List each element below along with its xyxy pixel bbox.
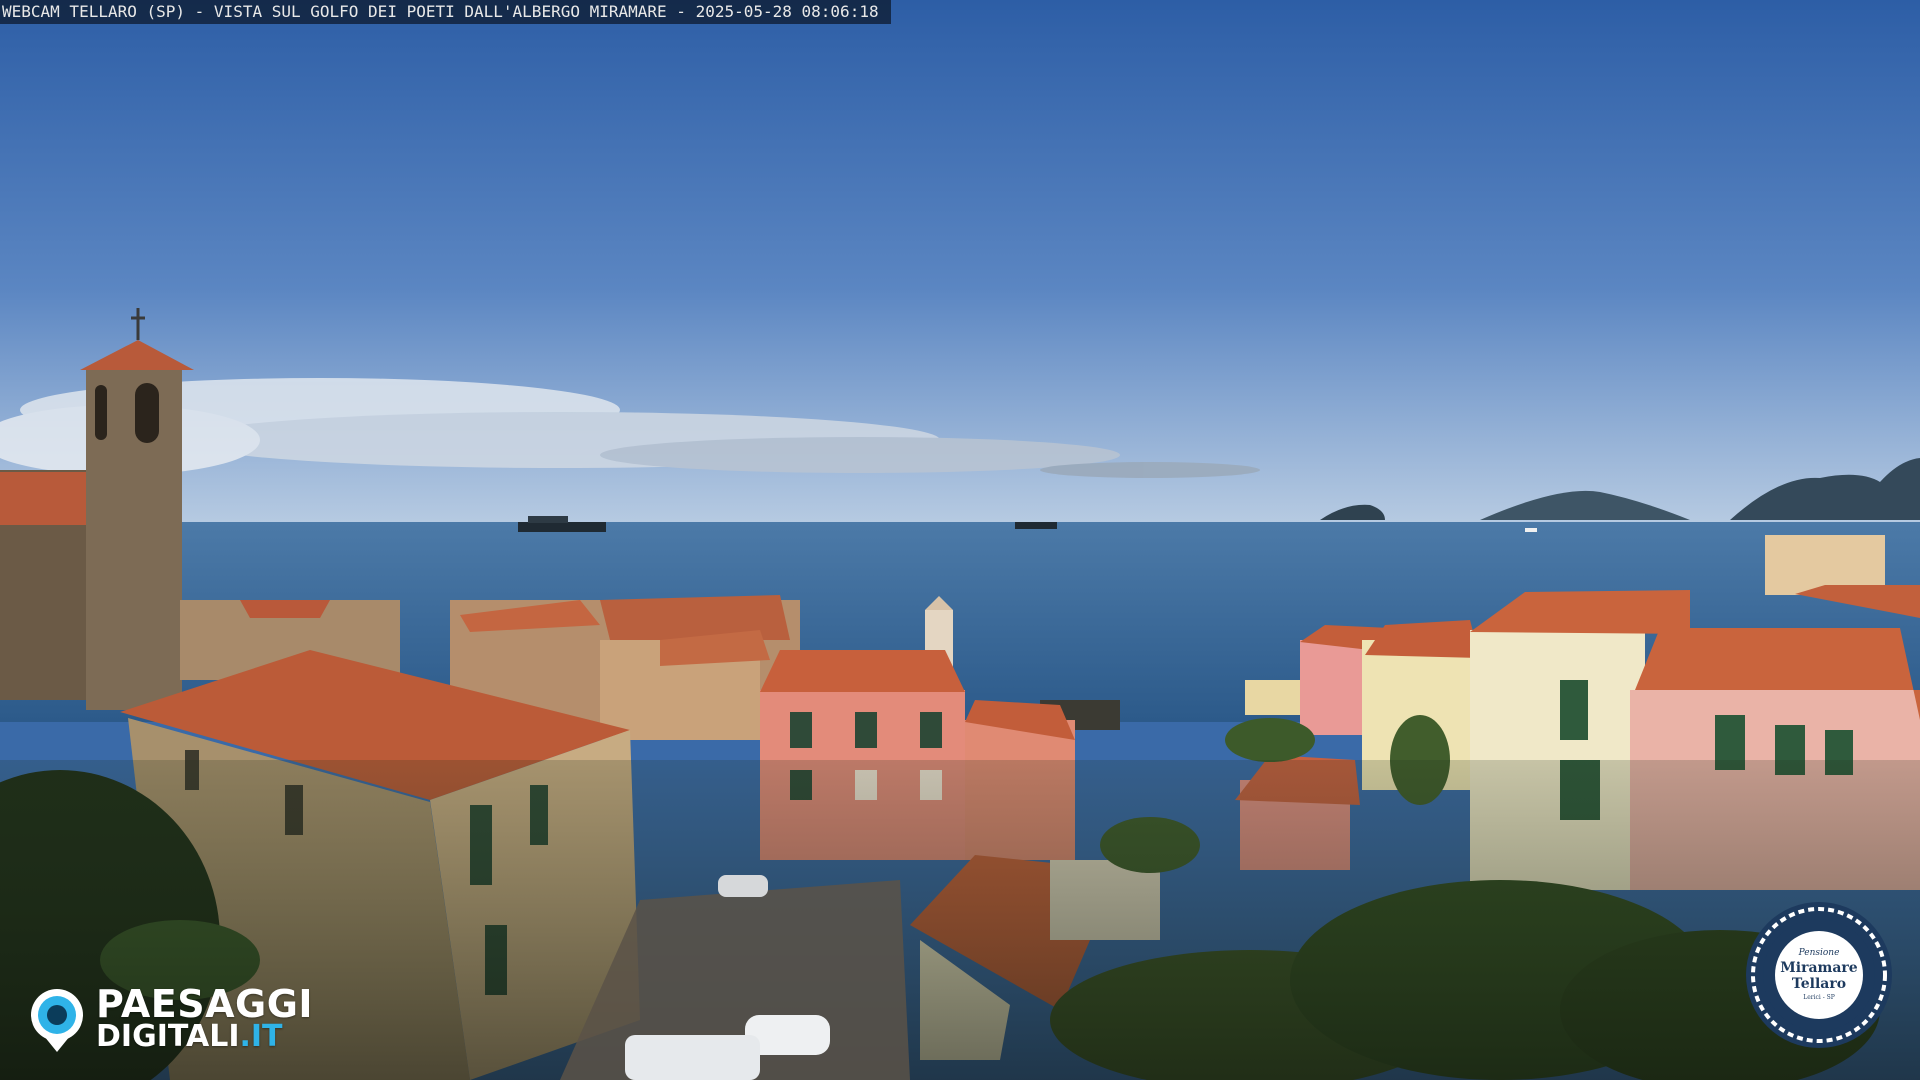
- badge-tiny-text: Lerici - SP: [1803, 994, 1835, 1001]
- webcam-scene: [0, 0, 1920, 1080]
- logo-name: DIGITALI: [96, 1019, 240, 1054]
- badge-name: Miramare Tellaro: [1744, 960, 1894, 992]
- badge-name-line1: Miramare: [1780, 960, 1858, 976]
- webcam-caption: WEBCAM TELLARO (SP) - VISTA SUL GOLFO DE…: [0, 0, 891, 24]
- logo-tld: .IT: [239, 1019, 283, 1054]
- logo-line1: PAESAGGI: [96, 982, 314, 1026]
- badge-small-text: Pensione: [1798, 948, 1840, 958]
- miramare-badge[interactable]: Pensione Miramare Tellaro Lerici - SP: [1744, 900, 1894, 1050]
- paesaggi-digitali-logo[interactable]: PAESAGGI DIGITALI.IT: [28, 984, 338, 1054]
- logo-line2: DIGITALI.IT: [96, 1020, 283, 1054]
- eye-icon: [31, 989, 83, 1052]
- badge-name-line2: Tellaro: [1791, 976, 1847, 992]
